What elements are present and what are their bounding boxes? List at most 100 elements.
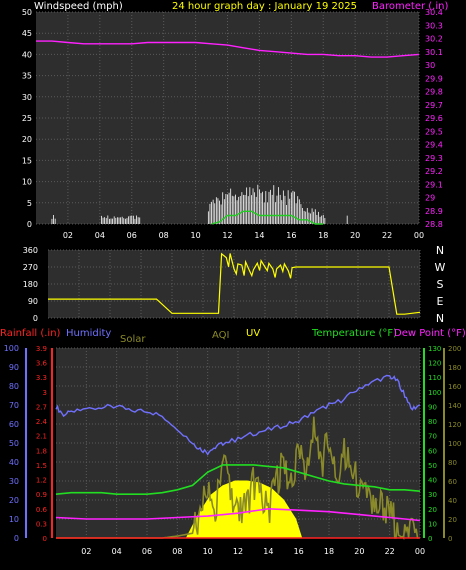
temperature-tick: 20 [428,506,437,514]
temperature-tick: 120 [428,360,441,368]
time-tick: 16 [294,547,304,556]
humidity-tick: 50 [9,439,19,448]
barometer-tick: 30.3 [425,21,443,30]
compass-letter: N [436,244,444,257]
humidity-label: Humidity [66,328,111,339]
rainfall-tick: 1.5 [36,462,47,470]
rainfall-tick: 0.3 [36,520,47,528]
humidity-tick: 70 [9,401,19,410]
compass-letter: W [435,261,446,274]
uv-solar-tick: 200 [448,345,461,353]
humidity-tick: 90 [9,363,19,372]
temperature-tick: 40 [428,477,437,485]
uv-solar-tick: 80 [448,459,457,467]
temp-humidity-panel: 0102030405060708090100 00.30.60.91.21.51… [0,328,466,556]
windspeed-tick: 5 [27,199,32,208]
rainfall-tick: 3 [43,389,47,397]
windspeed-tick: 50 [22,8,32,17]
time-tick: 00 [415,547,425,556]
direction-tick: 90 [28,297,38,306]
barometer-tick: 29.2 [425,167,443,176]
weather-graph-page: 0 5 10 15 20 25 30 35 40 45 50 28.8 28.9 29 29.1 29.2 2… [0,0,466,566]
time-tick: 06 [142,547,152,556]
windspeed-tick: 45 [22,29,32,38]
barometer-tick: 29.3 [425,154,443,163]
wind-direction-panel: 090180270360 NESWN [23,244,446,325]
time-tick: 20 [354,547,364,556]
rainfall-tick: 1.2 [36,477,47,485]
temperature-tick: 30 [428,491,437,499]
barometer-tick: 29.4 [425,141,443,150]
uv-solar-tick: 120 [448,421,461,429]
barometer-tick: 29.7 [425,101,443,110]
uv-solar-tick: 160 [448,383,461,391]
uv-solar-tick: 100 [448,440,461,448]
barometer-tick: 29.1 [425,180,443,189]
barometer-tick: 28.8 [425,220,443,229]
rainfall-tick: 2.4 [36,418,48,426]
uv-label: UV [246,328,260,339]
time-tick: 04 [112,547,122,556]
uv-solar-tick: 0 [448,535,452,543]
dewpoint-label: Dew Point (°F) [394,328,466,339]
humidity-tick: 40 [9,458,19,467]
barometer-label: Barometer (.in) [372,1,448,12]
barometer-tick: 28.9 [425,207,443,216]
time-tick: 12 [233,547,243,556]
direction-tick: 360 [23,246,38,255]
compass-letter: N [436,312,444,325]
time-tick: 06 [127,231,137,240]
time-tick: 08 [172,547,182,556]
rainfall-tick: 3.3 [36,374,47,382]
barometer-tick: 30.2 [425,35,443,44]
windspeed-tick: 0 [27,220,32,229]
time-tick: 12 [222,231,232,240]
time-tick: 14 [263,547,273,556]
compass-letter: E [437,295,444,308]
barometer-tick: 29.8 [425,88,443,97]
rainfall-tick: 2.1 [36,433,47,441]
page-title: 24 hour graph day : January 19 2025 [172,1,357,12]
windspeed-label: Windspeed (mph) [34,1,123,12]
barometer-tick: 29.6 [425,114,443,123]
time-tick: 10 [203,547,213,556]
weather-graph-canvas: 05101520253035404550 28.828.92929.129.22… [0,0,466,566]
humidity-tick: 100 [4,344,19,353]
time-tick: 18 [318,231,328,240]
humidity-tick: 0 [14,534,19,543]
temperature-tick: 80 [428,418,437,426]
time-tick: 02 [81,547,91,556]
rainfall-tick: 3.6 [36,360,48,368]
humidity-tick: 60 [9,420,19,429]
temperature-tick: 10 [428,520,437,528]
time-tick: 02 [63,231,73,240]
humidity-tick: 80 [9,382,19,391]
temperature-tick: 0 [428,535,432,543]
time-tick: 04 [95,231,105,240]
temperature-tick: 130 [428,345,441,353]
rainfall-tick: 2.7 [36,403,47,411]
rainfall-label: Rainfall (.in) [0,328,61,339]
uv-solar-tick: 40 [448,497,457,505]
barometer-tick: 29.5 [425,127,443,136]
humidity-tick: 20 [9,496,19,505]
windspeed-tick: 15 [22,156,32,165]
time-tick: 20 [350,231,360,240]
aqi-label: AQI [212,330,230,341]
windspeed-tick: 10 [22,178,32,187]
compass-letter: S [437,278,444,291]
barometer-tick: 29.9 [425,74,443,83]
temperature-tick: 90 [428,403,437,411]
uv-solar-tick: 140 [448,402,461,410]
time-tick: 10 [190,231,200,240]
rainfall-tick: 0 [43,535,47,543]
time-tick: 16 [286,231,296,240]
uv-solar-tick: 180 [448,364,461,372]
wind-barometer-panel: 0 5 10 15 20 25 30 35 40 45 50 28.8 28.9 29 29.1 29.2 2… [22,1,449,240]
uv-solar-tick: 20 [448,516,457,524]
windspeed-tick: 35 [22,72,32,81]
humidity-tick: 30 [9,477,19,486]
temperature-tick: 100 [428,389,441,397]
uv-solar-tick: 60 [448,478,457,486]
windspeed-tick: 20 [22,135,32,144]
